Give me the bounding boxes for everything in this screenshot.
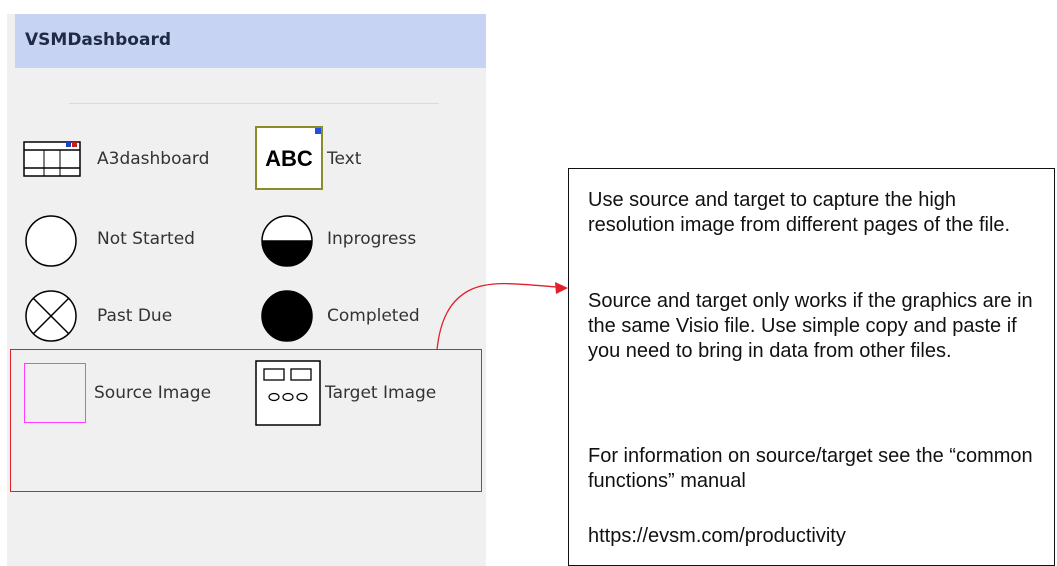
callout-paragraph-3: For information on source/target see the… [588, 445, 1033, 492]
callout-paragraph-2: Source and target only works if the grap… [588, 290, 1033, 362]
callout-box: Use source and target to capture the hig… [568, 168, 1055, 566]
callout-link[interactable]: https://evsm.com/productivity [588, 524, 1043, 549]
callout-paragraph-1: Use source and target to capture the hig… [588, 189, 1011, 236]
arrow-head-icon [555, 282, 568, 294]
